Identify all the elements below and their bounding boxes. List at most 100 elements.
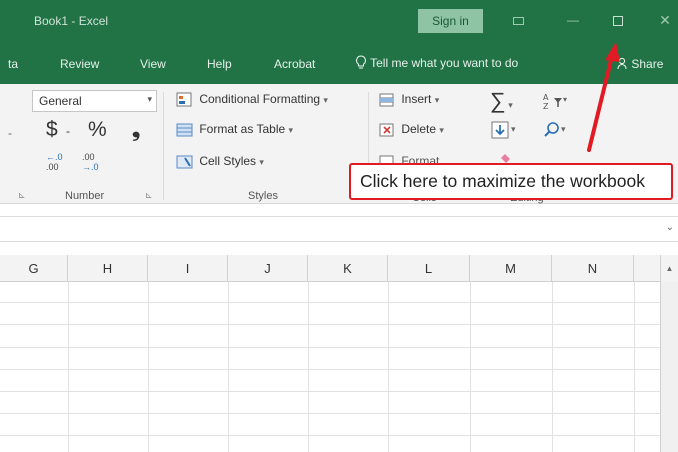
maximize-icon — [613, 15, 623, 26]
number-group-label: Number — [65, 190, 105, 202]
grid-line — [0, 391, 660, 392]
number-format-dropdown[interactable]: General ▾ — [32, 90, 157, 112]
ribbon-display-icon — [512, 16, 524, 25]
chevron-down-icon: ▾ — [434, 95, 440, 106]
alignment-dialog-launcher[interactable]: ⊾ — [18, 190, 26, 201]
tell-me-label: Tell me what you want to do — [370, 56, 519, 70]
column-header-h[interactable]: H — [68, 255, 148, 282]
sort-filter-button[interactable]: A Z ▾ — [542, 92, 568, 113]
lightbulb-icon — [356, 55, 366, 69]
autosum-button[interactable]: ∑ ▾ — [490, 88, 513, 114]
grid-line — [552, 282, 553, 452]
share-label: Share — [631, 57, 664, 71]
close-button[interactable]: ✕ — [650, 8, 678, 32]
find-select-button[interactable]: ▾ — [542, 120, 568, 143]
chevron-down-icon: ▾ — [147, 94, 152, 104]
currency-dropdown[interactable]: - — [66, 124, 70, 138]
column-header-l[interactable]: L — [388, 255, 470, 282]
maximize-button[interactable] — [603, 8, 633, 32]
chevron-down-icon: ▾ — [439, 125, 444, 136]
svg-text:▾: ▾ — [563, 95, 567, 104]
partial-dropdown-arrow: - — [8, 126, 12, 140]
share-person-icon — [617, 57, 627, 70]
tab-view[interactable]: View — [140, 57, 166, 71]
styles-group-label: Styles — [248, 190, 278, 202]
grid-line — [228, 282, 229, 452]
decrease-decimal-bottom: →.0 — [82, 162, 99, 172]
increase-decimal-button[interactable]: ←.0 .00 — [46, 152, 63, 172]
delete-label: Delete — [401, 122, 437, 137]
svg-text:Z: Z — [543, 102, 549, 110]
tab-acrobat[interactable]: Acrobat — [274, 57, 315, 71]
grid-line — [308, 282, 309, 452]
decrease-decimal-top: .00 — [82, 152, 95, 162]
grid-line — [0, 413, 660, 414]
tab-review[interactable]: Review — [60, 57, 99, 71]
currency-button[interactable]: $ — [46, 118, 58, 142]
formula-bar[interactable]: ⌄ — [0, 216, 678, 242]
format-as-table-icon — [176, 123, 193, 137]
grid-line — [0, 435, 660, 436]
fill-down-icon: ▾ — [491, 121, 516, 139]
ribbon-display-options-button[interactable] — [503, 8, 533, 32]
grid-line — [0, 347, 660, 348]
grid-line — [0, 302, 660, 303]
tab-data[interactable]: ta — [8, 57, 18, 71]
column-header-m[interactable]: M — [470, 255, 552, 282]
chevron-down-icon: ▾ — [505, 100, 513, 110]
format-as-table-label: Format as Table — [199, 122, 286, 137]
title-bar: Book1 - Excel Sign in — ✕ — [0, 0, 678, 42]
autosum-icon: ∑ — [490, 88, 506, 113]
share-button[interactable]: Share — [617, 57, 663, 71]
insert-label: Insert — [401, 92, 432, 107]
insert-cells-icon — [379, 93, 394, 107]
ribbon-tabs: ta Review View Help Acrobat Tell me what… — [0, 42, 678, 84]
column-header-i[interactable]: I — [148, 255, 228, 282]
increase-decimal-bottom: .00 — [46, 162, 59, 172]
format-as-table-button[interactable]: Format as Table ▾ — [176, 122, 293, 138]
delete-cells-icon — [379, 123, 394, 137]
expand-formula-bar-icon[interactable]: ⌄ — [666, 222, 674, 233]
cell-styles-button[interactable]: Cell Styles ▾ — [176, 154, 264, 170]
search-icon: ▾ — [544, 122, 566, 137]
tell-me-search[interactable]: Tell me what you want to do — [355, 55, 518, 70]
annotation-callout: Click here to maximize the workbook — [349, 163, 673, 200]
fill-button[interactable]: ▾ — [490, 120, 520, 143]
group-divider — [163, 92, 164, 200]
decrease-decimal-button[interactable]: .00 →.0 — [82, 152, 99, 172]
cell-styles-label: Cell Styles — [199, 154, 257, 169]
cell-grid[interactable] — [0, 282, 660, 452]
svg-text:▾: ▾ — [511, 124, 516, 134]
tab-help[interactable]: Help — [207, 57, 232, 71]
grid-line — [634, 282, 635, 452]
comma-style-button[interactable]: ❟ — [132, 118, 140, 142]
minimize-button[interactable]: — — [558, 8, 588, 32]
sign-in-button[interactable]: Sign in — [418, 9, 483, 33]
conditional-formatting-label: Conditional Formatting — [199, 92, 321, 107]
delete-cells-button[interactable]: Delete ▾ — [378, 122, 444, 138]
window-title: Book1 - Excel — [34, 14, 109, 28]
percent-button[interactable]: % — [88, 118, 107, 142]
vertical-scrollbar[interactable] — [660, 282, 678, 452]
conditional-formatting-button[interactable]: Conditional Formatting ▾ — [176, 92, 328, 108]
column-header-j[interactable]: J — [228, 255, 308, 282]
column-header-n[interactable]: N — [552, 255, 634, 282]
number-dialog-launcher[interactable]: ⊾ — [145, 190, 153, 201]
column-headers: G H I J K L M N — [0, 255, 678, 282]
column-header-g[interactable]: G — [0, 255, 68, 282]
column-header-k[interactable]: K — [308, 255, 388, 282]
svg-text:▾: ▾ — [561, 124, 566, 134]
increase-decimal-top: ←.0 — [46, 152, 63, 162]
chevron-down-icon: ▾ — [288, 125, 294, 136]
grid-line — [0, 369, 660, 370]
grid-line — [470, 282, 471, 452]
sort-filter-icon: AZ ▾ — [543, 93, 567, 111]
chevron-down-icon: ▾ — [323, 95, 328, 106]
svg-text:A: A — [543, 93, 549, 102]
grid-line — [0, 324, 660, 325]
insert-cells-button[interactable]: Insert ▾ — [378, 92, 439, 108]
number-format-value: General — [39, 94, 82, 108]
conditional-formatting-icon — [176, 92, 192, 107]
cell-styles-icon — [176, 155, 193, 169]
scroll-up-arrow[interactable]: ▲ — [660, 255, 678, 282]
